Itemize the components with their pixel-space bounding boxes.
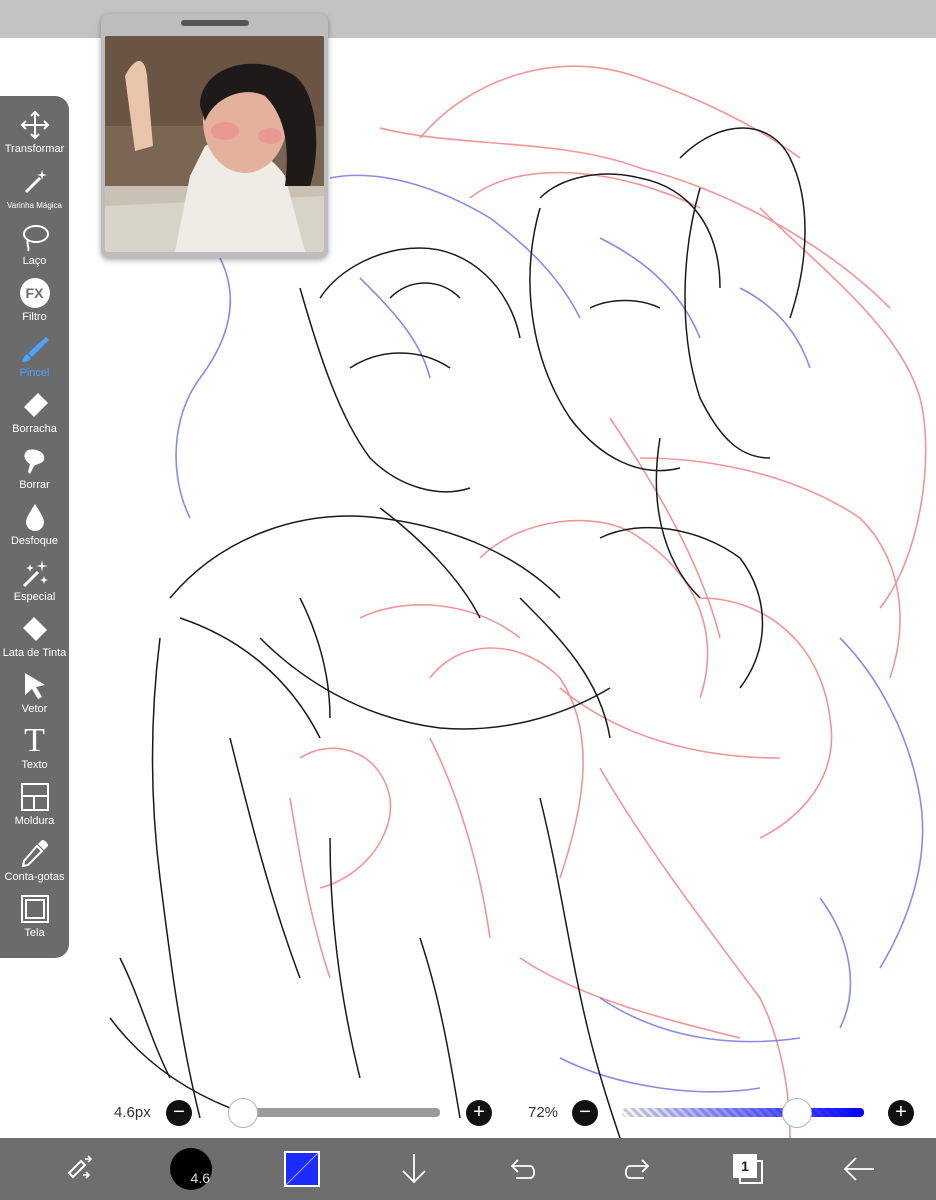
tool-label: Conta-gotas	[4, 871, 65, 883]
lasso-icon	[18, 220, 52, 254]
tool-label: Laço	[22, 255, 47, 267]
reference-image	[105, 36, 324, 252]
smudge-finger-icon	[18, 444, 52, 478]
tool-conta-gotas[interactable]: Conta-gotas	[0, 832, 69, 888]
opacity-label: 72%	[528, 1104, 559, 1121]
back-button[interactable]	[838, 1138, 880, 1200]
tool-label: Especial	[13, 591, 56, 603]
tool-label: Lata de Tinta	[2, 647, 67, 659]
tool-filtro[interactable]: FX Filtro	[0, 272, 69, 328]
tool-label: Pincel	[19, 367, 50, 379]
brush-size-slider-thumb[interactable]	[228, 1098, 258, 1128]
tool-label: Transformar	[4, 143, 65, 155]
undo-icon	[510, 1159, 536, 1179]
pen-eraser-toggle-button[interactable]	[56, 1138, 102, 1200]
brush-settings-row: 4.6px − + 72% − +	[0, 1096, 936, 1130]
tool-moldura[interactable]: Moldura	[0, 776, 69, 832]
black-sketch-layer	[109, 127, 806, 1138]
text-t-icon: T	[24, 722, 45, 759]
tool-desfoque[interactable]: Desfoque	[0, 496, 69, 552]
tool-lata-de-tinta[interactable]: Lata de Tinta	[0, 608, 69, 664]
vector-cursor-icon	[18, 668, 52, 702]
tool-label: Texto	[21, 759, 48, 771]
download-button[interactable]	[394, 1138, 434, 1200]
tool-transformar[interactable]: Transformar	[0, 104, 69, 160]
brush-size-label: 4.6px	[114, 1104, 151, 1121]
brush-size-button[interactable]: 4.6	[166, 1138, 216, 1200]
pen-eraser-swap-icon	[67, 1155, 93, 1179]
brush-size-slider[interactable]	[228, 1108, 440, 1117]
tool-texto[interactable]: T Texto	[0, 720, 69, 776]
frame-panels-icon	[18, 780, 52, 814]
tool-tela[interactable]: Tela	[0, 888, 69, 944]
redo-button[interactable]	[616, 1138, 656, 1200]
brush-size-value: 4.6	[190, 1170, 210, 1186]
reference-window[interactable]	[101, 14, 328, 258]
tool-especial[interactable]: Especial	[0, 552, 69, 608]
layer-count: 1	[733, 1154, 757, 1178]
tool-borrar[interactable]: Borrar	[0, 440, 69, 496]
eraser-icon	[18, 388, 52, 422]
tool-vetor[interactable]: Vetor	[0, 664, 69, 720]
tool-label: Varinha Mágica	[7, 201, 62, 210]
tool-label: Borrar	[19, 479, 50, 491]
size-increase-button[interactable]: +	[466, 1100, 492, 1126]
tool-label: Moldura	[14, 815, 55, 827]
blur-drop-icon	[18, 500, 52, 534]
arrow-down-icon	[402, 1154, 426, 1184]
layers-button[interactable]: 1	[726, 1138, 770, 1200]
layers-icon: 1	[733, 1154, 763, 1184]
brush-size-preview: 4.6	[170, 1148, 212, 1190]
reference-window-drag-handle[interactable]	[181, 20, 249, 26]
magic-wand-icon	[18, 164, 52, 198]
canvas-square-icon	[18, 892, 52, 926]
tool-label: Vetor	[21, 703, 48, 715]
move-arrows-icon	[18, 108, 52, 142]
fx-icon: FX	[18, 276, 52, 310]
arrow-left-icon	[843, 1157, 874, 1181]
undo-button[interactable]	[504, 1138, 544, 1200]
tool-pincel[interactable]: Pincel	[0, 328, 69, 384]
tool-label: Desfoque	[10, 535, 59, 547]
sparkle-brush-icon	[18, 556, 52, 590]
brush-icon	[18, 332, 52, 366]
size-decrease-button[interactable]: −	[166, 1100, 192, 1126]
tool-palette: Transformar Varinha Mágica Laço FX Filtr…	[0, 96, 69, 958]
blue-sketch-layer	[175, 174, 924, 1093]
opacity-slider-thumb[interactable]	[782, 1098, 813, 1128]
red-sketch-layer	[289, 65, 927, 1138]
opacity-increase-button[interactable]: +	[888, 1100, 914, 1126]
tool-borracha[interactable]: Borracha	[0, 384, 69, 440]
tool-label: Tela	[24, 927, 45, 939]
redo-icon	[624, 1159, 650, 1179]
color-button[interactable]	[280, 1138, 324, 1200]
bottom-toolbar: 4.6 1	[0, 1138, 936, 1200]
current-color-swatch	[284, 1151, 320, 1187]
opacity-slider[interactable]	[622, 1108, 864, 1117]
eyedropper-icon	[18, 836, 52, 870]
tool-label: Borracha	[12, 423, 57, 435]
paint-bucket-icon	[18, 612, 52, 646]
opacity-decrease-button[interactable]: −	[572, 1100, 598, 1126]
tool-varinha-magica[interactable]: Varinha Mágica	[0, 160, 69, 216]
tool-laco[interactable]: Laço	[0, 216, 69, 272]
tool-label: Filtro	[22, 311, 47, 323]
